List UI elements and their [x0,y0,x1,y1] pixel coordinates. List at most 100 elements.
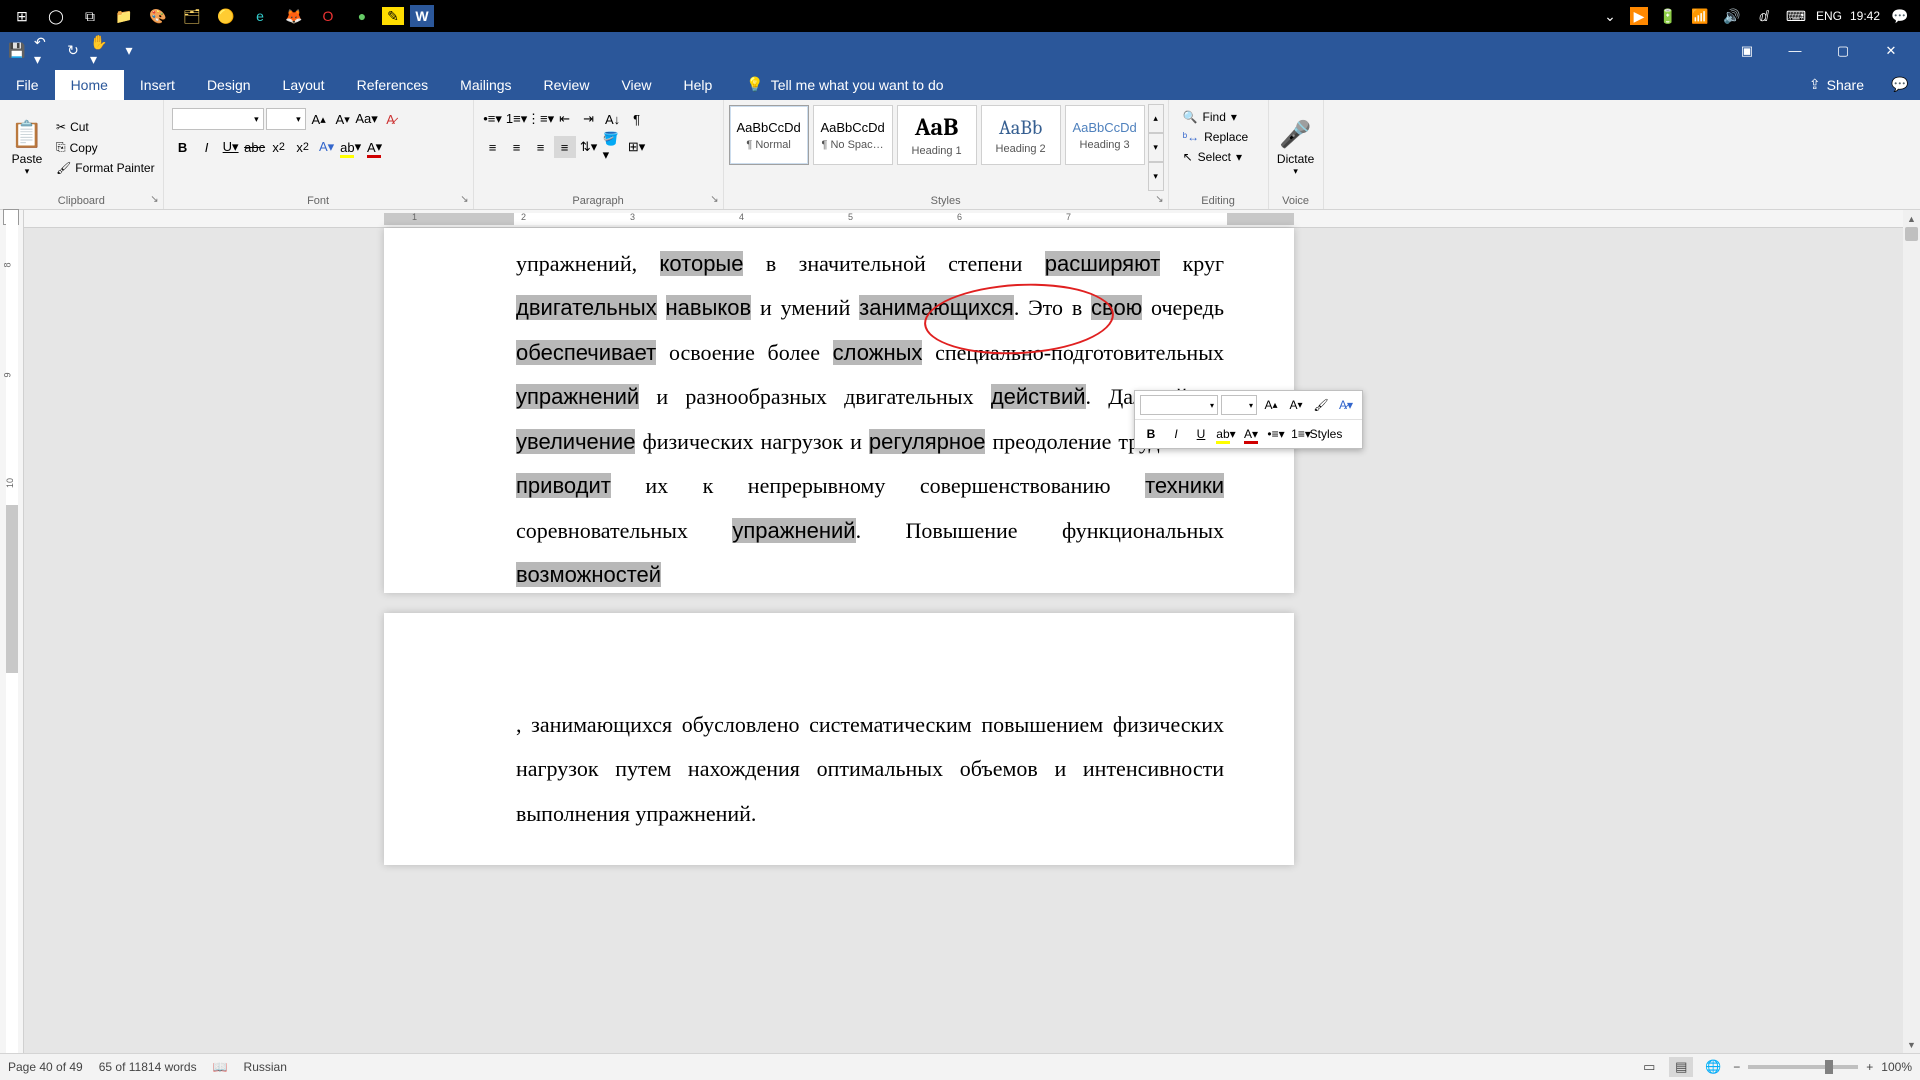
redo-icon[interactable]: ↻ [62,40,84,62]
bold-button[interactable]: B [172,136,194,158]
wifi-icon[interactable]: 📶 [1688,4,1712,28]
sticky-notes-icon[interactable]: ✎ [382,7,404,25]
decrease-indent-button[interactable]: ⇤ [554,108,576,130]
tab-help[interactable]: Help [668,70,729,100]
start-button[interactable]: ⊞ [8,4,36,28]
subscript-button[interactable]: x2 [268,136,290,158]
mini-font-color[interactable]: A▾ [1240,423,1262,445]
battery-icon[interactable]: 🔋 [1656,4,1680,28]
tab-mailings[interactable]: Mailings [444,70,527,100]
taskbar-app-1[interactable]: 📁 [110,4,138,28]
clock[interactable]: 19:42 [1850,9,1880,23]
zoom-in-button[interactable]: + [1866,1060,1873,1074]
styles-scroll-down[interactable]: ▾ [1148,133,1164,162]
mini-bullets[interactable]: •≡▾ [1265,423,1287,445]
scroll-up-icon[interactable]: ▲ [1903,210,1920,227]
print-layout-icon[interactable]: ▤ [1669,1057,1693,1077]
opera-icon[interactable]: O [314,4,342,28]
proofing-icon[interactable]: 📖 [213,1060,228,1074]
tray-chevron-icon[interactable]: ⌄ [1598,4,1622,28]
document-text[interactable]: , занимающихся обусловлено систематическ… [516,703,1224,836]
mini-highlight[interactable]: ab▾ [1215,423,1237,445]
sort-button[interactable]: A↓ [602,108,624,130]
style-heading-3[interactable]: AaBbCcDdHeading 3 [1065,105,1145,165]
language-indicator[interactable]: ENG [1816,9,1842,23]
tab-home[interactable]: Home [55,70,124,100]
keyboard-icon[interactable]: ⌨ [1784,4,1808,28]
mini-clear-format[interactable]: A̷▾ [1335,394,1357,416]
task-view-icon[interactable]: ⧉ [76,4,104,28]
font-color-button[interactable]: A▾ [364,136,386,158]
line-spacing-button[interactable]: ⇅▾ [578,136,600,158]
multilevel-list-button[interactable]: ⋮≡▾ [530,108,552,130]
ribbon-display-icon[interactable]: ▣ [1724,36,1770,66]
highlight-color-button[interactable]: ab▾ [340,136,362,158]
share-button[interactable]: ⇪ Share [1793,76,1880,93]
zoom-out-button[interactable]: − [1733,1060,1740,1074]
format-painter-button[interactable]: 🖌Format Painter [52,159,159,177]
bullets-button[interactable]: •≡▾ [482,108,504,130]
justify-button[interactable]: ≡ [554,136,576,158]
mini-italic[interactable]: I [1165,423,1187,445]
show-marks-button[interactable]: ¶ [626,108,648,130]
chrome-icon[interactable]: 🟡 [212,4,240,28]
font-size-combo[interactable]: ▾ [266,108,306,130]
dictate-button[interactable]: 🎤 Dictate ▾ [1273,104,1319,191]
cut-button[interactable]: ✂Cut [52,118,159,136]
strikethrough-button[interactable]: abc [244,136,266,158]
tray-app-icon[interactable]: ▶ [1630,7,1648,25]
tray-misc-icon[interactable]: ⅆ [1752,4,1776,28]
tab-references[interactable]: References [341,70,445,100]
volume-icon[interactable]: 🔊 [1720,4,1744,28]
notifications-icon[interactable]: 💬 [1888,4,1912,28]
underline-button[interactable]: U▾ [220,136,242,158]
tell-me-search[interactable]: 💡 Tell me what you want to do [746,76,943,93]
document-text[interactable]: упражнений, которые в значительной степе… [516,242,1224,598]
paste-button[interactable]: 📋 Paste ▾ [4,104,50,191]
font-name-combo[interactable]: ▾ [172,108,264,130]
clipboard-dialog-icon[interactable]: ↘ [150,194,158,205]
align-left-button[interactable]: ≡ [482,136,504,158]
tab-view[interactable]: View [605,70,667,100]
align-right-button[interactable]: ≡ [530,136,552,158]
tab-design[interactable]: Design [191,70,267,100]
style---no-spac-[interactable]: AaBbCcDd¶ No Spac… [813,105,893,165]
styles-more[interactable]: ▾ [1148,162,1164,191]
word-taskbar-icon[interactable]: W [410,5,434,27]
style-heading-1[interactable]: AaBHeading 1 [897,105,977,165]
style-heading-2[interactable]: AaBbHeading 2 [981,105,1061,165]
save-icon[interactable]: 💾 [6,40,28,62]
vertical-ruler[interactable]: L 8 9 10 [0,210,24,1053]
italic-button[interactable]: I [196,136,218,158]
align-center-button[interactable]: ≡ [506,136,528,158]
replace-button[interactable]: ᵇ↔Replace [1177,128,1260,146]
taskbar-app-3[interactable]: ● [348,4,376,28]
mini-format-painter[interactable]: 🖌 [1310,394,1332,416]
change-case-button[interactable]: Aa▾ [356,108,378,130]
file-explorer-icon[interactable]: 🗂 [178,4,206,28]
superscript-button[interactable]: x2 [292,136,314,158]
style---normal[interactable]: AaBbCcDd¶ Normal [729,105,809,165]
word-count[interactable]: 65 of 11814 words [99,1060,197,1074]
vertical-scrollbar[interactable]: ▲ ▼ [1903,210,1920,1053]
copy-button[interactable]: ⎘Copy [52,138,159,157]
comments-icon[interactable]: 💬 [1880,76,1920,93]
styles-dialog-icon[interactable]: ↘ [1155,194,1163,205]
tab-review[interactable]: Review [528,70,606,100]
increase-indent-button[interactable]: ⇥ [578,108,600,130]
horizontal-ruler[interactable]: 1234567 [24,210,1920,228]
firefox-icon[interactable]: 🦊 [280,4,308,28]
cortana-icon[interactable]: ◯ [42,4,70,28]
edge-icon[interactable]: e [246,4,274,28]
touch-mode-icon[interactable]: ✋▾ [90,40,112,62]
font-dialog-icon[interactable]: ↘ [460,194,468,205]
document-page[interactable]: , занимающихся обусловлено систематическ… [384,613,1294,865]
find-button[interactable]: 🔍Find ▾ [1177,108,1260,126]
minimize-button[interactable]: — [1772,36,1818,66]
tab-insert[interactable]: Insert [124,70,191,100]
zoom-level[interactable]: 100% [1881,1060,1912,1074]
mini-font-name[interactable]: ▾ [1140,395,1218,415]
tab-file[interactable]: File [0,70,55,100]
mini-styles[interactable]: Styles [1315,423,1337,445]
shrink-font-button[interactable]: A▾ [332,108,354,130]
